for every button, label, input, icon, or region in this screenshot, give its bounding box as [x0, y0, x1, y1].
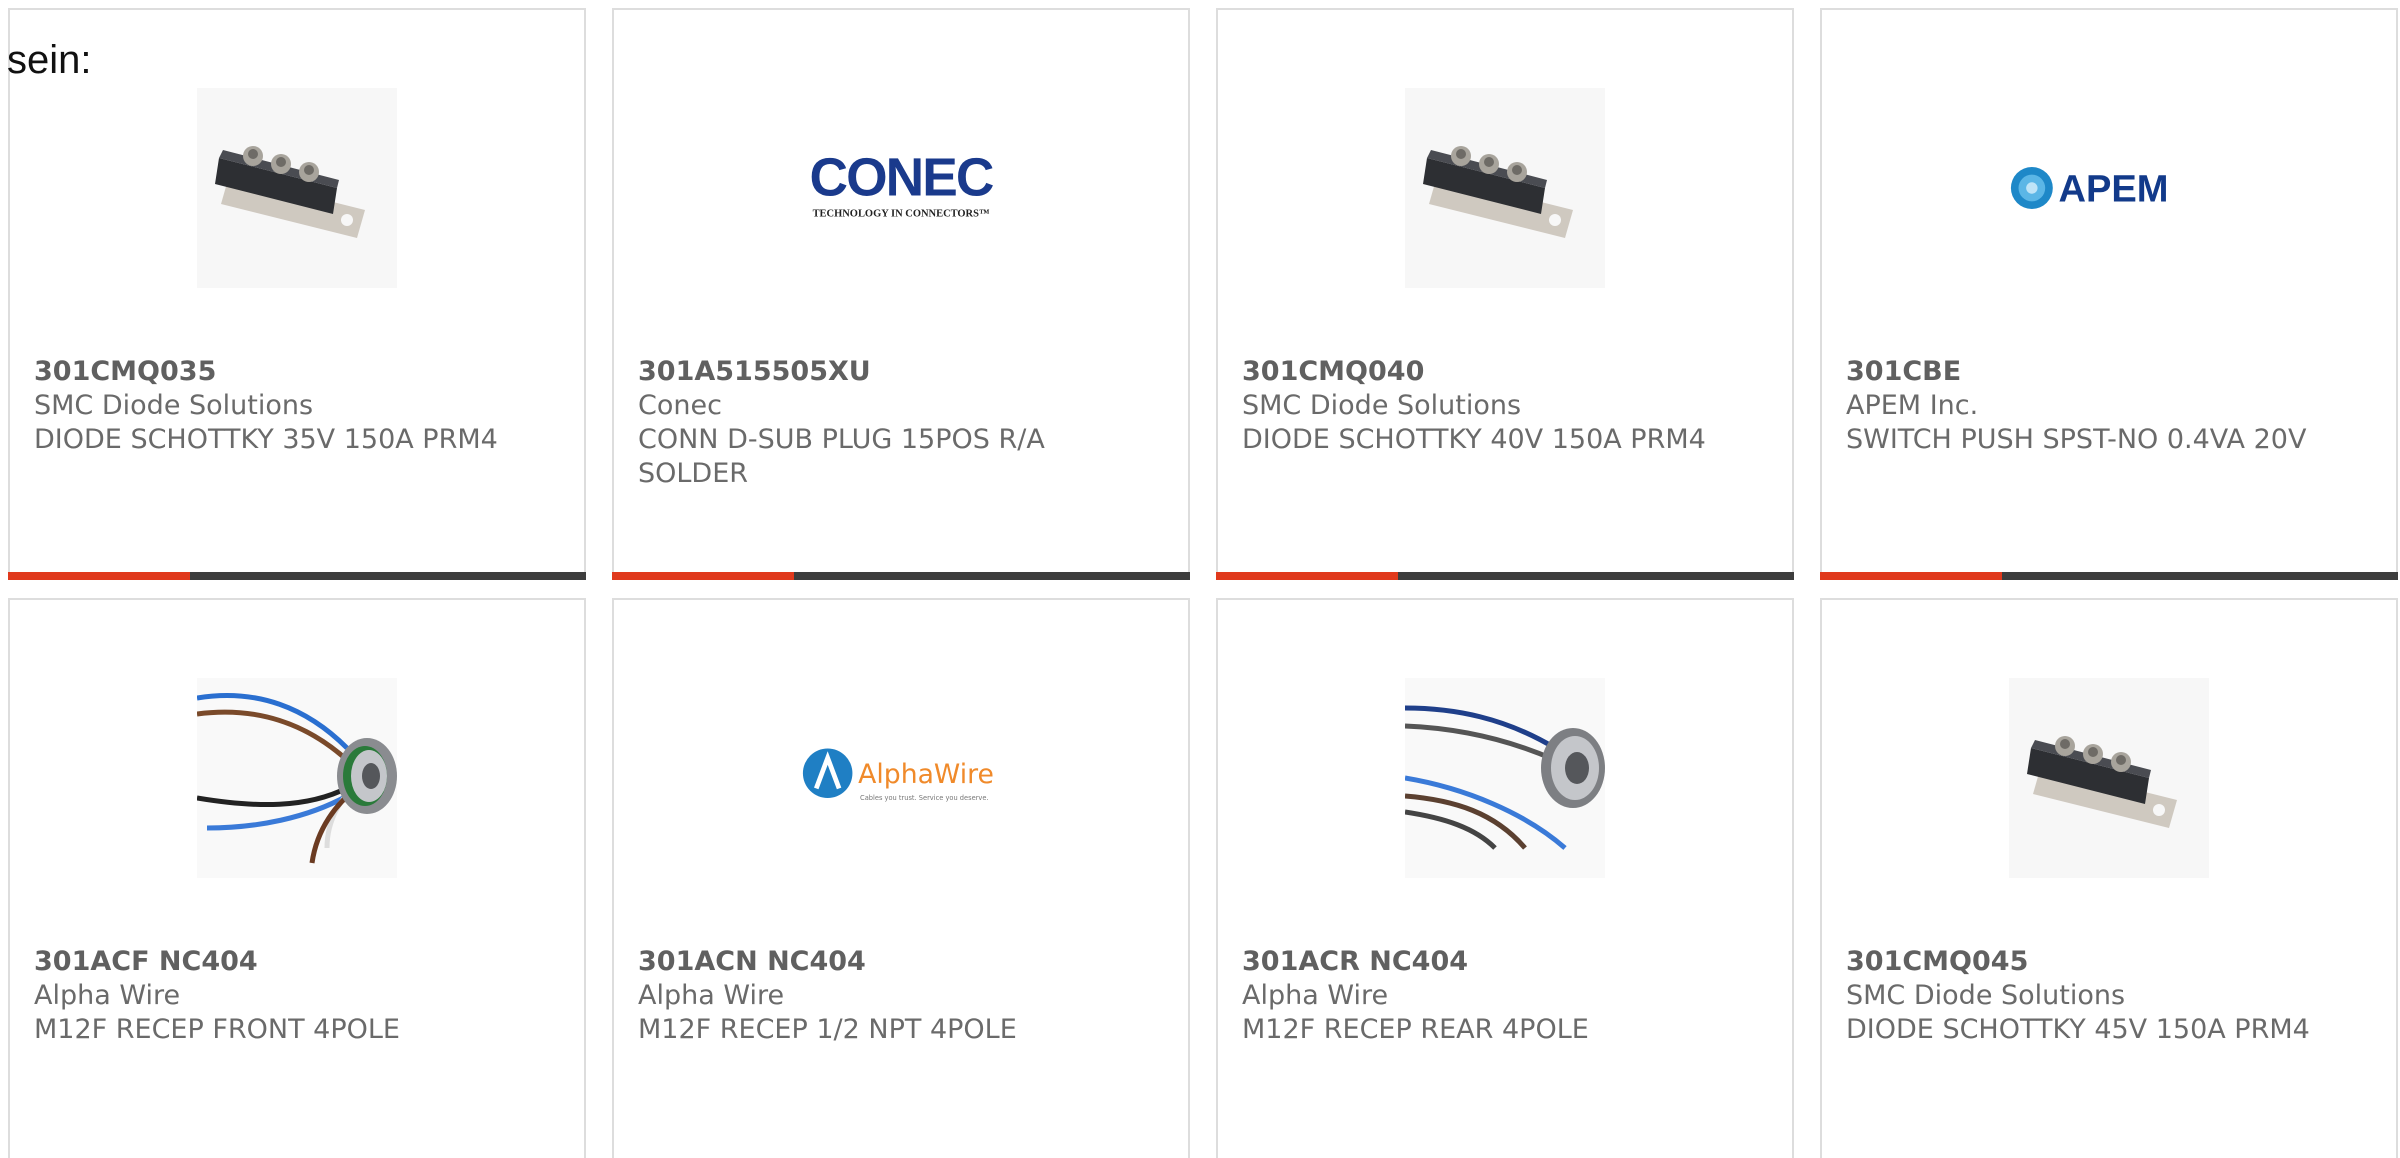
product-card[interactable]: 301ACR NC404 Alpha Wire M12F RECEP REAR … — [1216, 598, 1794, 1158]
manufacturer: APEM Inc. — [1846, 390, 1979, 421]
product-card[interactable]: 301CMQ040 SMC Diode Solutions DIODE SCHO… — [1216, 8, 1794, 580]
intro-text: sein: — [7, 38, 92, 82]
part-number[interactable]: 301ACF NC404 — [34, 945, 554, 979]
part-number[interactable]: 301CBE — [1846, 355, 2366, 389]
part-number[interactable]: 301A515505XU — [638, 355, 1158, 389]
product-card[interactable]: 301CMQ035 SMC Diode Solutions DIODE SCHO… — [8, 8, 586, 580]
description: SWITCH PUSH SPST-NO 0.4VA 20V — [1846, 424, 2307, 455]
product-image[interactable] — [197, 88, 397, 288]
product-image[interactable] — [197, 678, 397, 878]
part-number[interactable]: 301ACN NC404 — [638, 945, 1158, 979]
diode-module-icon — [197, 88, 397, 288]
part-number[interactable]: 301CMQ035 — [34, 355, 554, 389]
conec-logo: CONEC TECHNOLOGY IN CONNECTORS™ — [809, 149, 995, 220]
card-bottom-bar — [612, 572, 1190, 580]
description: CONN D-SUB PLUG 15POS R/A SOLDER — [638, 424, 1045, 489]
product-card[interactable]: APEM 301CBE APEM Inc. SWITCH PUSH SPST-N… — [1820, 8, 2398, 580]
part-number[interactable]: 301CMQ040 — [1242, 355, 1762, 389]
diode-module-icon — [2009, 678, 2209, 878]
product-image[interactable]: CONEC TECHNOLOGY IN CONNECTORS™ — [801, 88, 1001, 288]
product-image[interactable] — [2009, 678, 2209, 878]
card-bottom-bar — [8, 572, 586, 580]
logo-tagline: TECHNOLOGY IN CONNECTORS™ — [813, 209, 990, 220]
accent-bar — [8, 572, 190, 580]
description: M12F RECEP 1/2 NPT 4POLE — [638, 1014, 1017, 1045]
product-card[interactable]: AlphaWire Cables you trust. Service you … — [612, 598, 1190, 1158]
description: M12F RECEP FRONT 4POLE — [34, 1014, 400, 1045]
manufacturer: Alpha Wire — [1242, 980, 1389, 1011]
product-image[interactable] — [1405, 88, 1605, 288]
card-bottom-bar — [1820, 572, 2398, 580]
description: M12F RECEP REAR 4POLE — [1242, 1014, 1589, 1045]
product-image[interactable] — [1405, 678, 1605, 878]
part-number[interactable]: 301CMQ045 — [1846, 945, 2366, 979]
alphawire-logo: AlphaWire Cables you trust. Service you … — [802, 748, 994, 802]
accent-bar — [1820, 572, 2002, 580]
diode-module-icon — [1405, 88, 1605, 288]
manufacturer: Alpha Wire — [34, 980, 181, 1011]
m12-connector-icon — [197, 678, 397, 878]
description: DIODE SCHOTTKY 45V 150A PRM4 — [1846, 1014, 2310, 1045]
apem-logo: APEM — [2010, 167, 2169, 210]
logo-text: CONEC — [809, 149, 993, 208]
product-image[interactable]: AlphaWire Cables you trust. Service you … — [801, 678, 1001, 878]
manufacturer: SMC Diode Solutions — [1846, 980, 2126, 1011]
m12-connector-icon — [1405, 678, 1605, 878]
manufacturer: SMC Diode Solutions — [1242, 390, 1522, 421]
manufacturer: Conec — [638, 390, 722, 421]
description: DIODE SCHOTTKY 35V 150A PRM4 — [34, 424, 498, 455]
product-card[interactable]: CONEC TECHNOLOGY IN CONNECTORS™ 301A5155… — [612, 8, 1190, 580]
part-number[interactable]: 301ACR NC404 — [1242, 945, 1762, 979]
description: DIODE SCHOTTKY 40V 150A PRM4 — [1242, 424, 1706, 455]
product-card[interactable]: 301ACF NC404 Alpha Wire M12F RECEP FRONT… — [8, 598, 586, 1158]
product-card[interactable]: 301CMQ045 SMC Diode Solutions DIODE SCHO… — [1820, 598, 2398, 1158]
manufacturer: Alpha Wire — [638, 980, 785, 1011]
accent-bar — [1216, 572, 1398, 580]
card-bottom-bar — [1216, 572, 1794, 580]
product-image[interactable]: APEM — [2009, 88, 2209, 288]
logo-text: APEM — [2059, 168, 2169, 210]
manufacturer: SMC Diode Solutions — [34, 390, 314, 421]
logo-tagline: Cables you trust. Service you deserve. — [860, 794, 989, 802]
logo-text: AlphaWire — [858, 759, 994, 790]
accent-bar — [612, 572, 794, 580]
